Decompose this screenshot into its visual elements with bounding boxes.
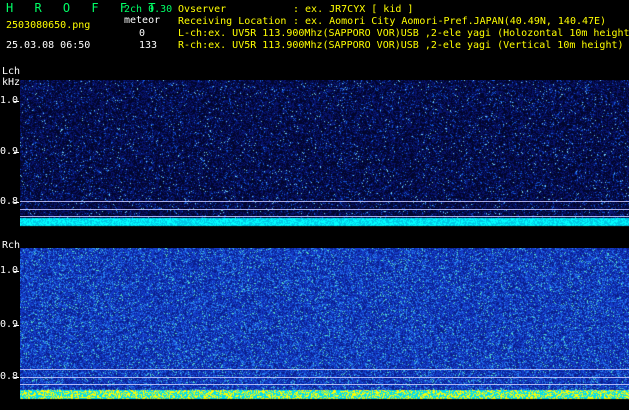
meteor-count-rch: 133 xyxy=(139,40,158,51)
meteor-label: meteor xyxy=(124,15,161,26)
lch-tick-mark xyxy=(14,202,19,203)
rch-tick-mark xyxy=(14,325,19,326)
rch-tick-mark xyxy=(14,271,19,272)
lch-guide-line xyxy=(20,216,629,217)
rch-guide-line xyxy=(20,384,629,385)
rch-tick-mark xyxy=(14,377,19,378)
rch-guide-line xyxy=(20,377,629,378)
location-value: : ex. Aomori City Aomori-Pref.JAPAN(40.4… xyxy=(293,16,607,27)
lch-description: L-ch:ex. UV5R 113.900Mhz(SAPPORO VOR)USB… xyxy=(178,28,629,39)
meteor-count-lch: 0 xyxy=(139,28,146,39)
rch-guide-line xyxy=(20,369,629,370)
lch-unit-label: kHz xyxy=(2,77,21,88)
filename-label: 2503080650.png xyxy=(6,20,91,31)
datetime-label: 25.03.08 06:50 xyxy=(6,40,91,51)
observer-label: Ovserver xyxy=(178,4,227,15)
lch-guide-line xyxy=(20,201,629,202)
lch-guide-line xyxy=(20,209,629,210)
lch-tick-mark xyxy=(14,152,19,153)
rch-spectrogram xyxy=(20,248,629,400)
rch-description: R-ch:ex. UV5R 113.900Mhz(SAPPORO VOR)USB… xyxy=(178,40,624,51)
rch-label: Rch xyxy=(2,240,21,251)
observer-value: : ex. JR7CYX [ kid ] xyxy=(293,4,414,15)
lch-tick-mark xyxy=(14,101,19,102)
location-label: Receiving Location xyxy=(178,16,287,27)
lch-spectrogram xyxy=(20,80,629,230)
